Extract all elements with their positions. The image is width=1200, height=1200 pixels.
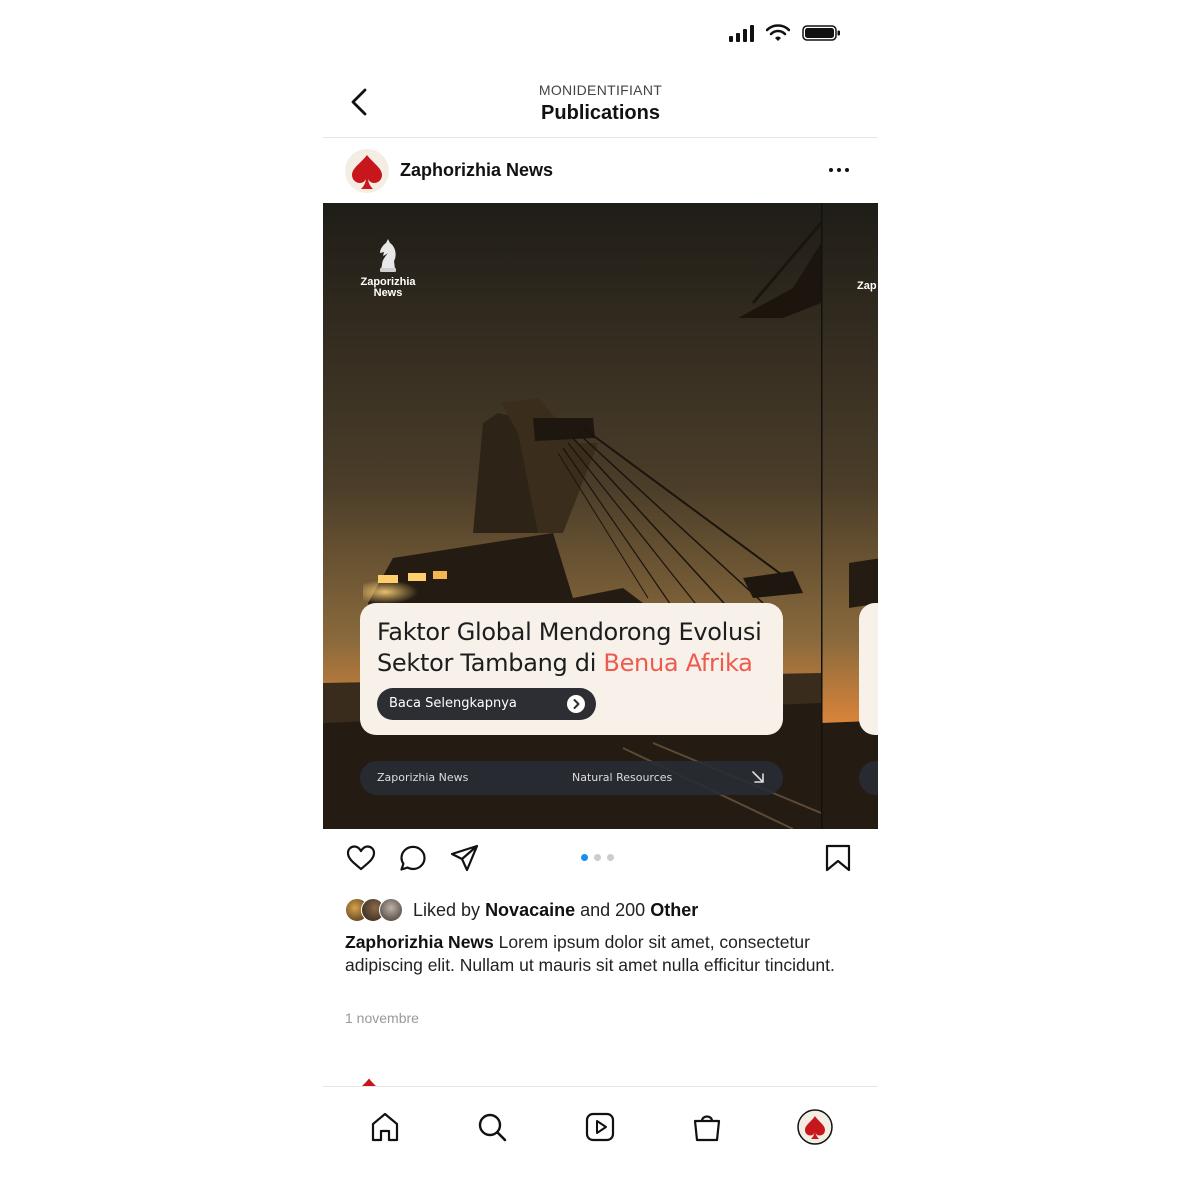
headline: Faktor Global Mendorong Evolusi Sektor T… [377,617,777,679]
carousel-dot [581,854,588,861]
post-media-carousel[interactable]: Zaporizhia News Faktor Global Mendorong … [323,203,878,829]
likes-prefix: Liked by [413,899,481,920]
next-slide-photo [821,203,878,829]
more-options-button[interactable] [826,160,852,180]
comment-button[interactable] [397,842,429,874]
carousel-dot [594,854,601,861]
liker-avatar [379,898,403,922]
status-bar [729,24,842,42]
like-button[interactable] [345,842,377,874]
likes-row[interactable]: Liked by Novacaine and 200 Other [345,898,698,922]
spade-logo-icon [352,155,382,189]
likes-user[interactable]: Novacaine [485,900,575,921]
liker-avatars [345,898,405,922]
post-date: 1 novembre [345,1010,419,1026]
send-icon [450,844,479,872]
more-horizontal-icon [829,168,833,172]
post-actions [323,829,878,887]
home-icon [371,1112,399,1142]
carousel-indicator [581,854,614,861]
brand-line-2: News [373,287,403,299]
search-icon [478,1113,507,1142]
page-header: MONIDENTIFIANT Publications [323,70,878,138]
arrow-down-right-icon [751,770,765,784]
heart-icon [346,845,376,871]
headline-card: Faktor Global Mendorong Evolusi Sektor T… [360,603,783,735]
comment-icon [400,845,426,871]
share-button[interactable] [449,842,481,874]
next-post-avatar [349,1073,389,1087]
account-avatar[interactable] [345,149,389,193]
signal-icon [729,24,754,42]
nav-profile[interactable] [797,1109,833,1145]
nav-home[interactable] [367,1109,403,1145]
headline-accent: Benua Afrika [603,649,753,677]
reels-icon [585,1112,615,1142]
header-eyebrow: MONIDENTIFIANT [538,82,663,98]
chevron-right-circle-icon [567,695,585,713]
slide-footer-bar: Zaporizhia News Natural Resources [360,761,783,795]
next-headline-card [859,603,878,735]
brand-badge: Zaporizhia News [353,235,423,299]
profile-avatar [797,1109,833,1145]
bottom-navigation [323,1086,878,1177]
carousel-slide-current: Zaporizhia News Faktor Global Mendorong … [323,203,821,829]
post-header: Zaphorizhia News [323,138,878,203]
read-more-label: Baca Selengkapnya [389,696,517,711]
carousel-slide-next: Zap [821,203,878,829]
phone-screen: MONIDENTIFIANT Publications Zaphorizhia … [323,0,878,1200]
footer-source: Zaporizhia News [377,771,469,784]
likes-middle: and 200 [580,899,646,920]
spade-logo-icon [361,1078,377,1087]
post-caption: Zaphorizhia News Lorem ipsum dolor sit a… [345,931,860,977]
shop-icon [693,1115,721,1142]
nav-shop[interactable] [689,1109,725,1145]
caption-author[interactable]: Zaphorizhia News [345,932,494,952]
nav-reels[interactable] [582,1109,618,1145]
next-brand-text: Zap [857,280,877,292]
likes-suffix[interactable]: Other [650,900,698,921]
footer-category: Natural Resources [572,771,673,784]
battery-icon [802,25,840,41]
account-name[interactable]: Zaphorizhia News [400,160,553,181]
chess-knight-icon [380,239,396,272]
nav-search[interactable] [474,1109,510,1145]
bookmark-icon [825,844,851,872]
carousel-dot [607,854,614,861]
read-more-button[interactable]: Baca Selengkapnya [377,688,596,720]
page-title: Publications [541,102,660,124]
save-button[interactable] [822,842,854,874]
wifi-icon [766,24,790,41]
